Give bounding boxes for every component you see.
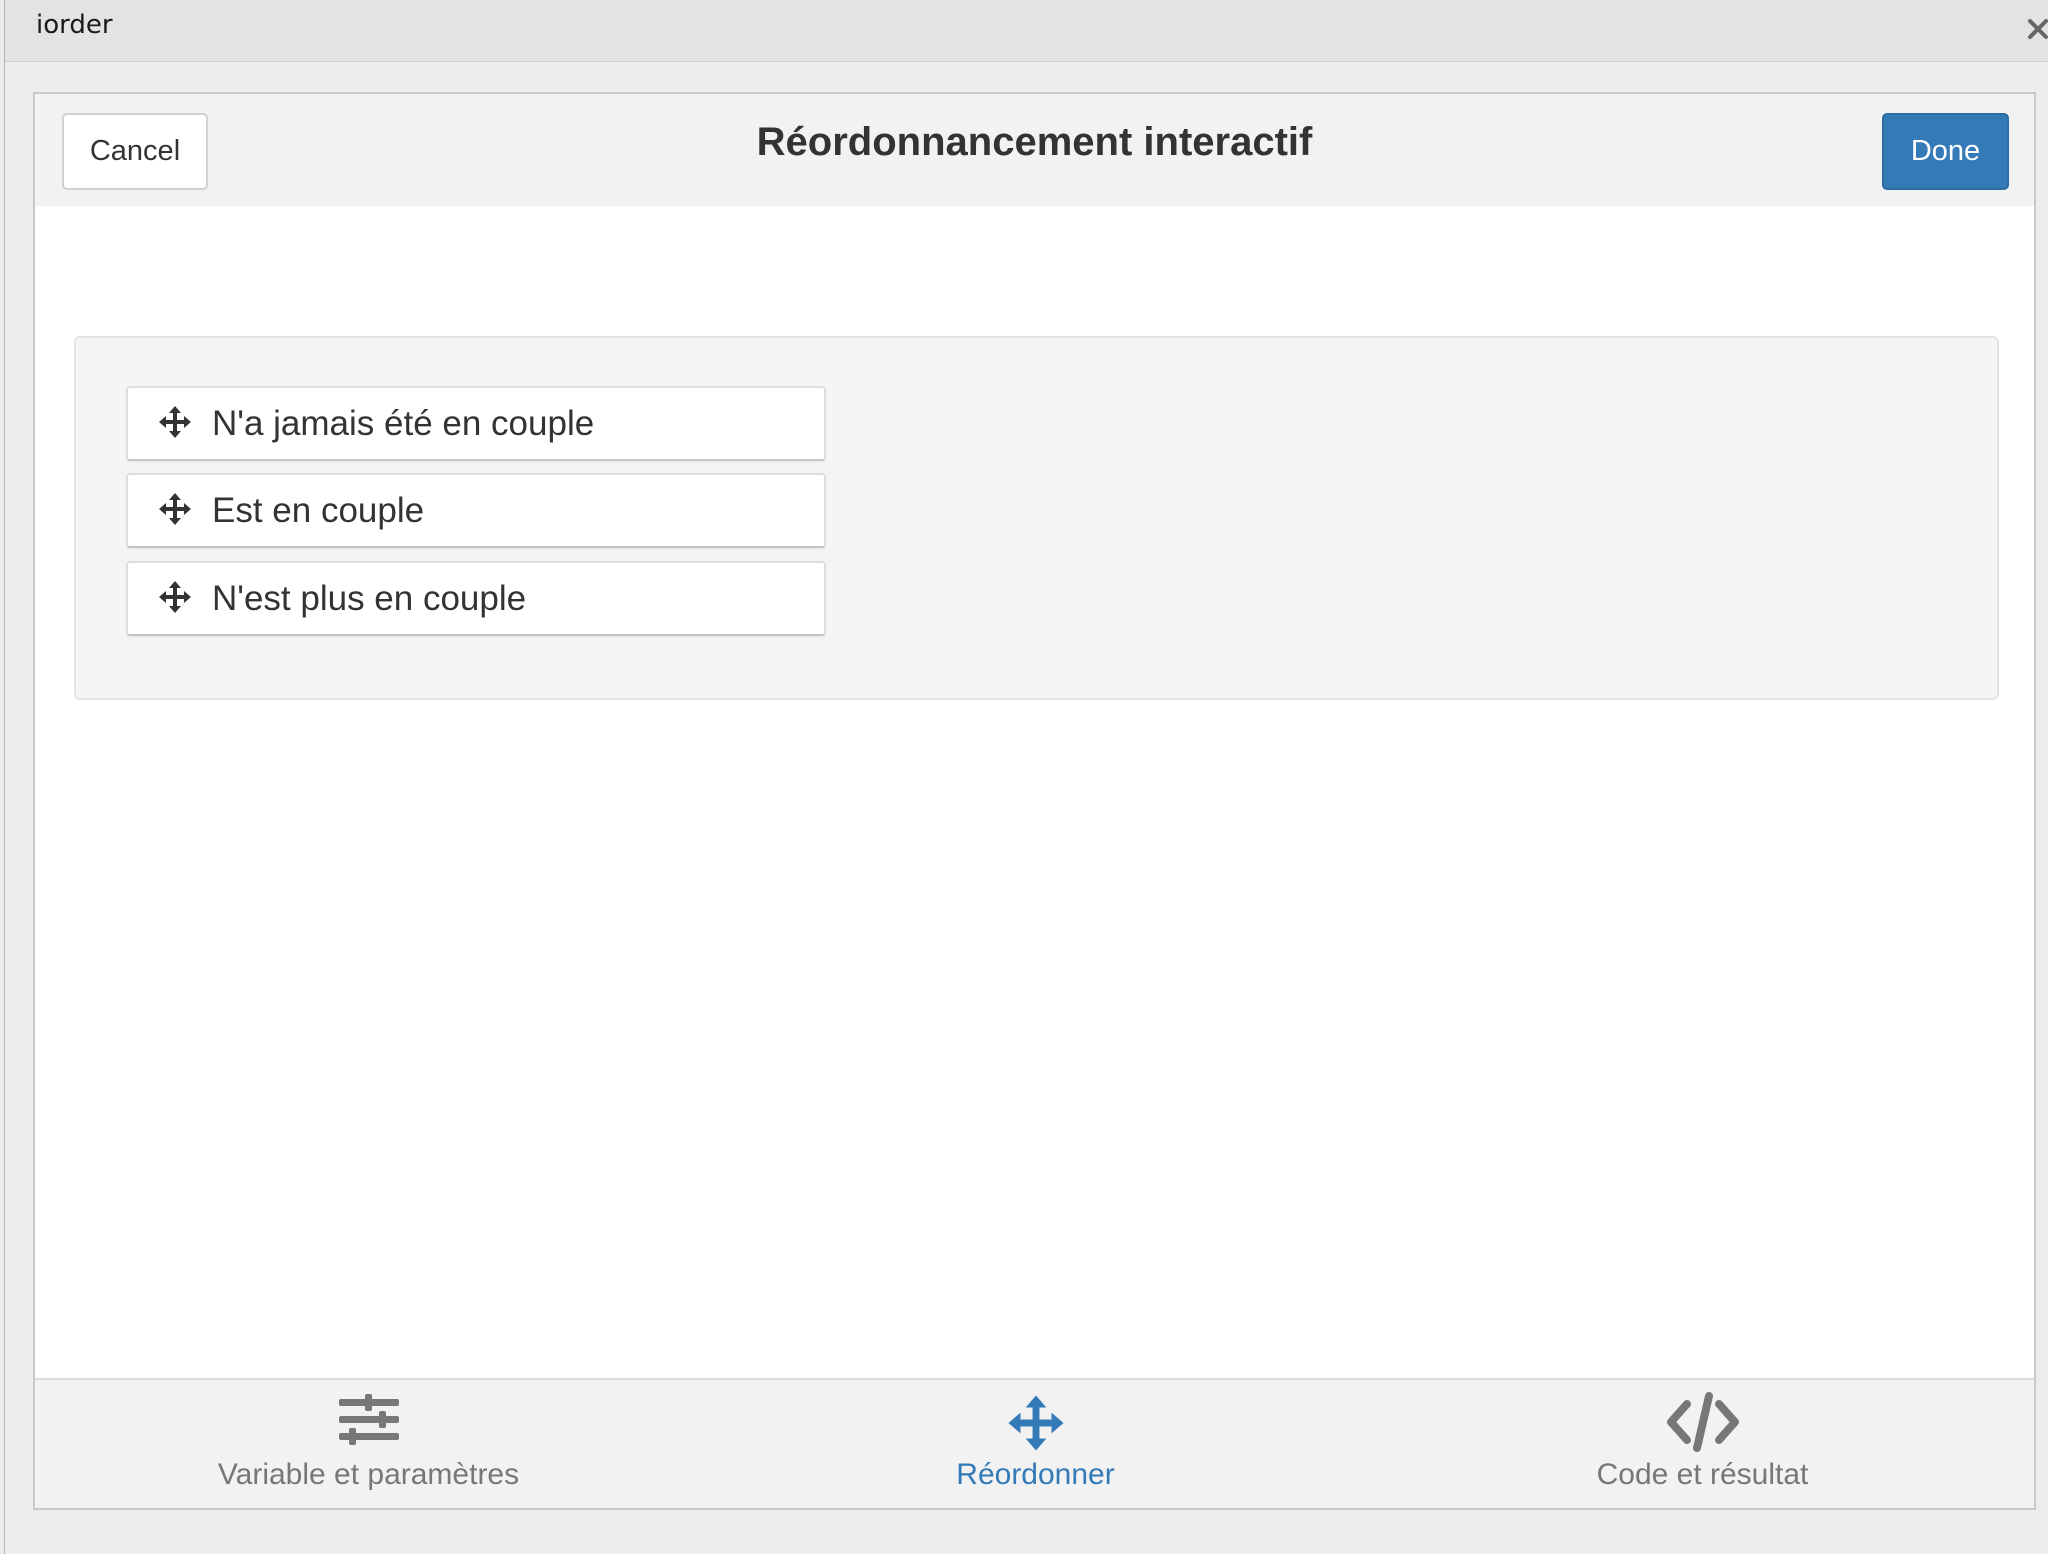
- gadget-container: Cancel Réordonnancement interactif Done …: [33, 92, 2036, 1510]
- sortable-item[interactable]: N'est plus en couple: [126, 561, 826, 636]
- gadget-title-bar: Cancel Réordonnancement interactif Done: [35, 94, 2034, 208]
- main-content: N'a jamais été en couple Est en couple N…: [35, 206, 2034, 1380]
- window-titlebar: iorder: [5, 0, 2048, 62]
- move-icon: [159, 493, 191, 525]
- move-icon: [159, 581, 191, 613]
- tab-reordonner[interactable]: Réordonner: [702, 1380, 1369, 1508]
- move-icon: [159, 406, 191, 438]
- sortable-item-label: Est en couple: [212, 491, 425, 530]
- tab-label: Code et résultat: [1596, 1458, 1809, 1491]
- move-arrows-icon: [1007, 1395, 1064, 1451]
- sortable-item[interactable]: Est en couple: [126, 473, 826, 548]
- page-title: Réordonnancement interactif: [756, 120, 1313, 164]
- close-icon: [2028, 19, 2048, 39]
- tab-label: Réordonner: [956, 1458, 1115, 1491]
- gadget-window: iorder Cancel Réordonnancement interacti…: [4, 0, 2048, 1554]
- sortable-item-label: N'a jamais été en couple: [212, 404, 595, 443]
- code-icon: [1666, 1392, 1739, 1452]
- sortable-item-label: N'est plus en couple: [212, 579, 527, 618]
- cancel-button[interactable]: Cancel: [62, 113, 208, 190]
- tab-bar: Variable et paramètres Réordonner Code e…: [35, 1378, 2034, 1508]
- done-button[interactable]: Done: [1882, 113, 2009, 190]
- sortable-item[interactable]: N'a jamais été en couple: [126, 386, 826, 461]
- window-close-button[interactable]: [2023, 10, 2048, 48]
- tab-label: Variable et paramètres: [217, 1458, 520, 1491]
- tab-code-resultat[interactable]: Code et résultat: [1369, 1380, 2036, 1508]
- tab-variable-parametres[interactable]: Variable et paramètres: [35, 1380, 702, 1508]
- sliders-icon: [338, 1394, 399, 1445]
- window-title: iorder: [36, 10, 113, 40]
- sortable-well: N'a jamais été en couple Est en couple N…: [74, 336, 1999, 700]
